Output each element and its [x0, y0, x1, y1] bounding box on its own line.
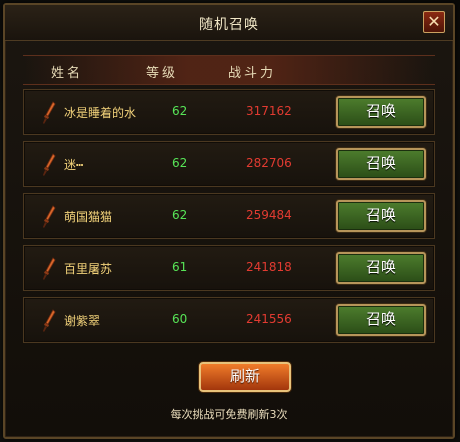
table-header: 姓名 等级 战斗力 [23, 55, 435, 85]
player-name: 谢紫翠 [64, 314, 101, 328]
summon-button[interactable]: 召唤 [336, 304, 426, 336]
random-summon-dialog: 随机召唤 ✕ 姓名 等级 战斗力 冰是睡着的水 62 317162 召唤 迷┅ … [3, 3, 455, 439]
summon-button[interactable]: 召唤 [336, 200, 426, 232]
close-button[interactable]: ✕ [423, 11, 445, 33]
table-row: 冰是睡着的水 62 317162 召唤 [23, 89, 435, 135]
player-power: 241818 [246, 260, 292, 274]
player-name: 萌国猫猫 [64, 210, 113, 224]
dagger-icon [43, 309, 56, 332]
player-name: 百里屠苏 [64, 262, 113, 276]
table-row: 谢紫翠 60 241556 召唤 [23, 297, 435, 343]
player-power: 317162 [246, 104, 292, 118]
player-level: 61 [172, 260, 188, 274]
player-name: 冰是睡着的水 [64, 106, 137, 120]
table-row: 萌国猫猫 62 259484 召唤 [23, 193, 435, 239]
dagger-icon [43, 101, 56, 124]
player-power: 259484 [246, 208, 292, 222]
player-level: 62 [172, 156, 188, 170]
dagger-icon [43, 153, 56, 176]
close-icon: ✕ [427, 12, 441, 31]
summon-button[interactable]: 召唤 [336, 252, 426, 284]
player-level: 60 [172, 312, 188, 326]
refresh-hint: 每次挑战可免费刷新3次 [170, 408, 288, 421]
summon-button[interactable]: 召唤 [336, 96, 426, 128]
table-row: 迷┅ 62 282706 召唤 [23, 141, 435, 187]
player-power: 241556 [246, 312, 292, 326]
dagger-icon [43, 205, 56, 228]
player-level: 62 [172, 104, 188, 118]
summon-button[interactable]: 召唤 [336, 148, 426, 180]
column-header-level: 等级 [146, 66, 179, 81]
player-level: 62 [172, 208, 188, 222]
player-name: 迷┅ [64, 158, 84, 172]
refresh-button[interactable]: 刷新 [199, 362, 291, 392]
dagger-icon [43, 257, 56, 280]
table-row: 百里屠苏 61 241818 召唤 [23, 245, 435, 291]
player-power: 282706 [246, 156, 292, 170]
dialog-titlebar: 随机召唤 ✕ [5, 5, 453, 41]
column-header-name: 姓名 [51, 66, 84, 81]
column-header-power: 战斗力 [228, 66, 277, 81]
dialog-title: 随机召唤 [199, 17, 259, 33]
